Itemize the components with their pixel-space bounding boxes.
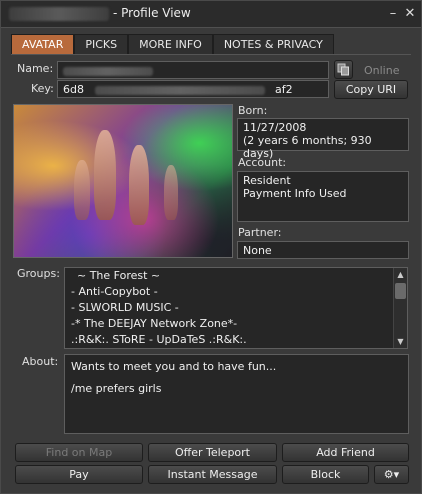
key-field[interactable]: 6d8 af2 xyxy=(57,80,329,98)
key-end: af2 xyxy=(274,83,293,96)
tab-divider xyxy=(11,54,411,55)
find-on-map-button[interactable]: Find on Map xyxy=(15,443,143,462)
account-field: Resident Payment Info Used xyxy=(237,171,409,222)
tab-notes-privacy[interactable]: NOTES & PRIVACY xyxy=(212,34,334,55)
group-item[interactable]: .:R&K:. SToRE - UpDaTeS .:R&K:. xyxy=(65,332,407,348)
profile-picture[interactable] xyxy=(13,104,233,258)
add-friend-button[interactable]: Add Friend xyxy=(282,443,409,462)
gear-icon[interactable]: ⚙▾ xyxy=(374,465,409,484)
offer-teleport-button[interactable]: Offer Teleport xyxy=(148,443,277,462)
groups-scrollbar[interactable]: ▲ ▼ xyxy=(393,268,407,348)
tab-bar: AVATAR PICKS MORE INFO NOTES & PRIVACY xyxy=(11,34,334,55)
scroll-down-icon[interactable]: ▼ xyxy=(396,337,405,346)
close-icon[interactable]: ✕ xyxy=(403,7,417,21)
group-item[interactable]: - Anti-Copybot - xyxy=(65,284,407,300)
account-type: Resident xyxy=(243,174,291,187)
payment-info: Payment Info Used xyxy=(243,187,347,200)
title-bar[interactable]: - Profile View – ✕ xyxy=(1,1,421,28)
redacted-name xyxy=(9,7,109,21)
block-button[interactable]: Block xyxy=(282,465,369,484)
born-label: Born: xyxy=(238,104,268,117)
window-title: - Profile View xyxy=(113,6,191,20)
groups-list[interactable]: ~ The Forest ~ - Anti-Copybot - - SLWORL… xyxy=(64,267,408,349)
instant-message-button[interactable]: Instant Message xyxy=(148,465,277,484)
about-line-1: Wants to meet you and to have fun... xyxy=(71,360,277,373)
pay-button[interactable]: Pay xyxy=(15,465,143,484)
partner-value: None xyxy=(243,244,272,257)
group-item[interactable]: - SLWORLD MUSIC - xyxy=(65,300,407,316)
online-status: Online xyxy=(364,64,400,77)
group-item[interactable]: -* The DEEJAY Network Zone*- xyxy=(65,316,407,332)
about-line-2: /me prefers girls xyxy=(71,382,162,395)
partner-field[interactable]: None xyxy=(237,241,409,259)
name-field[interactable] xyxy=(57,61,329,79)
tab-more-info[interactable]: MORE INFO xyxy=(128,34,213,55)
born-date: 11/27/2008 xyxy=(243,121,307,134)
redacted-key xyxy=(95,85,266,95)
account-label: Account: xyxy=(238,156,287,169)
about-text[interactable]: Wants to meet you and to have fun... /me… xyxy=(64,354,409,434)
name-label: Name: xyxy=(17,62,54,75)
redacted-name-value xyxy=(63,66,153,76)
profile-options-button[interactable] xyxy=(334,60,353,79)
minimize-icon[interactable]: – xyxy=(386,7,400,21)
groups-label: Groups: xyxy=(17,267,60,280)
copy-uri-button[interactable]: Copy URI xyxy=(334,80,408,99)
born-field: 11/27/2008 (2 years 6 months; 930 days) xyxy=(237,118,409,160)
key-start: 6d8 xyxy=(63,83,84,96)
key-label: Key: xyxy=(31,82,54,95)
scroll-thumb[interactable] xyxy=(395,283,406,299)
profile-window: - Profile View – ✕ AVATAR PICKS MORE INF… xyxy=(0,0,422,494)
tab-avatar[interactable]: AVATAR xyxy=(11,34,75,55)
tab-picks[interactable]: PICKS xyxy=(74,34,129,55)
partner-label: Partner: xyxy=(238,226,282,239)
scroll-up-icon[interactable]: ▲ xyxy=(396,270,405,279)
copy-icon xyxy=(337,63,349,76)
about-label: About: xyxy=(22,355,59,368)
group-item[interactable]: ~ The Forest ~ xyxy=(65,268,407,284)
